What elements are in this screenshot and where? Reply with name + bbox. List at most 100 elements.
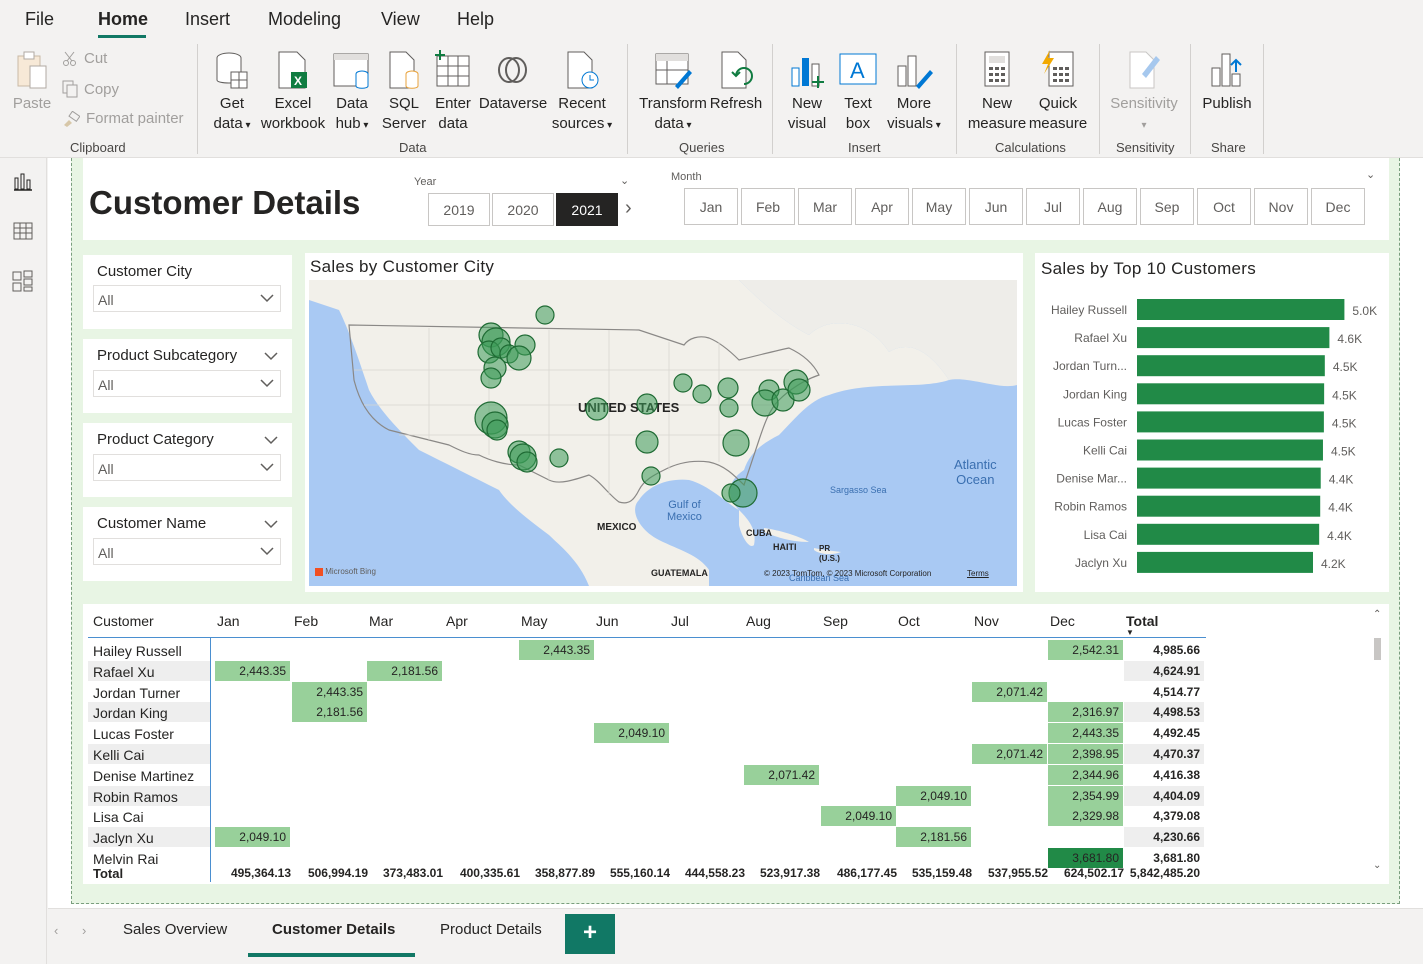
matrix-value-cell[interactable]: 2,049.10 [896,785,971,806]
paste-button[interactable]: Paste [12,50,52,114]
month-chip-oct[interactable]: Oct [1197,188,1251,225]
matrix-value-cell[interactable]: 2,443.35 [215,660,290,681]
column-header[interactable]: Jul [671,613,689,629]
chevron-right-icon[interactable]: › [625,197,632,220]
matrix-scrollbar[interactable]: ⌃ ⌄ [1373,609,1383,874]
matrix-value-cell[interactable]: 2,049.10 [215,827,290,848]
add-page-button[interactable]: + [565,914,615,954]
sensitivity-button[interactable]: Sensitivity ▾ [1110,50,1178,136]
month-chip-mar[interactable]: Mar [798,188,852,225]
matrix-value-cell[interactable]: 2,344.96 [1048,764,1123,785]
month-chip-dec[interactable]: Dec [1311,188,1365,225]
tab-product-details[interactable]: Product Details [440,921,542,938]
matrix-value-cell[interactable]: 2,443.35 [292,681,367,702]
customer-city-dropdown[interactable]: All [93,285,281,312]
column-header[interactable]: Mar [369,613,393,629]
matrix-value-cell[interactable]: 2,181.56 [896,827,971,848]
month-chip-jan[interactable]: Jan [684,188,738,225]
chevron-down-icon[interactable] [264,519,278,529]
row-customer-name[interactable]: Melvin Rai [93,851,158,867]
new-visual-button[interactable]: New visual [784,50,830,134]
copy-button[interactable]: Copy [62,80,119,98]
row-customer-name[interactable]: Lucas Foster [93,726,174,742]
row-customer-name[interactable]: Jordan King [93,705,168,721]
scrollbar-thumb[interactable] [1374,638,1381,660]
month-chip-aug[interactable]: Aug [1083,188,1137,225]
column-header[interactable]: Sep [823,613,848,629]
customer-name-dropdown[interactable]: All [93,538,281,565]
row-customer-name[interactable]: Lisa Cai [93,809,144,825]
menu-modeling[interactable]: Modeling [268,9,341,30]
column-header[interactable]: May [521,613,547,629]
matrix-value-cell[interactable]: 2,071.42 [972,681,1047,702]
text-box-button[interactable]: A Text box [836,50,880,134]
month-chip-jun[interactable]: Jun [969,188,1023,225]
matrix-value-cell[interactable]: 2,329.98 [1048,806,1123,827]
column-header[interactable]: Customer [93,613,154,629]
chevron-down-icon[interactable]: ⌄ [1366,168,1375,181]
matrix-value-cell[interactable]: 2,181.56 [292,702,367,723]
column-header[interactable]: Nov [974,613,999,629]
chevron-down-icon[interactable] [264,351,278,361]
table-view-icon[interactable] [12,220,34,242]
excel-workbook-button[interactable]: X Excel workbook [260,50,326,134]
matrix-value-cell[interactable]: 2,049.10 [594,723,669,744]
matrix-value-cell[interactable]: 2,542.31 [1048,640,1123,660]
new-measure-button[interactable]: New measure [966,50,1028,134]
chevron-down-icon[interactable] [264,435,278,445]
row-customer-name[interactable]: Jaclyn Xu [93,830,154,846]
month-chip-sep[interactable]: Sep [1140,188,1194,225]
matrix-value-cell[interactable]: 2,181.56 [367,660,442,681]
sort-descending-icon[interactable]: ▼ [1126,628,1134,637]
row-customer-name[interactable]: Denise Martinez [93,768,194,784]
row-customer-name[interactable]: Hailey Russell [93,643,182,659]
menu-file[interactable]: File [25,9,54,30]
bar[interactable] [1137,495,1321,517]
chevron-down-icon[interactable]: ⌄ [620,174,629,187]
format-painter-button[interactable]: Format painter [62,110,184,127]
menu-help[interactable]: Help [457,9,494,30]
matrix-value-cell[interactable]: 2,443.35 [1048,723,1123,744]
bar[interactable] [1137,355,1325,377]
bar[interactable] [1137,467,1321,489]
dataverse-button[interactable]: Dataverse [478,50,548,114]
more-visuals-button[interactable]: More visuals ▾ [884,50,944,136]
column-header[interactable]: Jun [596,613,619,629]
matrix-value-cell[interactable]: 3,681.80 [1048,848,1123,868]
map-terms-link[interactable]: Terms [967,569,989,578]
enter-data-button[interactable]: Enter data [432,50,474,134]
matrix-value-cell[interactable]: 2,443.35 [519,640,594,660]
map-canvas[interactable]: UNITED STATES MEXICO Gulf of Mexico Atla… [309,280,1017,586]
matrix-visual[interactable]: Customer Jan Feb Mar Apr May Jun Jul Aug Sep Oct No… [83,604,1389,884]
row-customer-name[interactable]: Kelli Cai [93,747,144,763]
menu-home[interactable]: Home [98,9,148,30]
year-chip-2021[interactable]: 2021 [556,193,618,226]
bar[interactable] [1137,327,1330,349]
year-chip-2019[interactable]: 2019 [428,193,490,226]
refresh-button[interactable]: Refresh [709,50,763,114]
bar[interactable] [1137,439,1323,461]
bar[interactable] [1137,299,1345,320]
sql-server-button[interactable]: SQL Server [381,50,427,134]
month-chip-nov[interactable]: Nov [1254,188,1308,225]
month-chip-apr[interactable]: Apr [855,188,909,225]
matrix-value-cell[interactable]: 2,316.97 [1048,702,1123,723]
row-customer-name[interactable]: Robin Ramos [93,789,178,805]
publish-button[interactable]: Publish [1200,50,1254,114]
quick-measure-button[interactable]: Quick measure [1028,50,1088,134]
matrix-value-cell[interactable]: 2,354.99 [1048,785,1123,806]
product-subcategory-dropdown[interactable]: All [93,370,281,397]
tab-scroll-left-icon[interactable]: ‹ [54,923,58,938]
menu-view[interactable]: View [381,9,420,30]
row-customer-name[interactable]: Rafael Xu [93,664,154,680]
tab-scroll-right-icon[interactable]: › [82,923,86,938]
column-header[interactable]: Total [1126,613,1158,629]
bar[interactable] [1137,411,1324,433]
row-customer-name[interactable]: Jordan Turner [93,685,180,701]
month-chip-feb[interactable]: Feb [741,188,795,225]
column-header[interactable]: Aug [746,613,771,629]
menu-insert[interactable]: Insert [185,9,230,30]
map-visual[interactable]: Sales by Customer City UNITED STATES MEX… [305,253,1023,592]
column-header[interactable]: Oct [898,613,920,629]
year-chip-2020[interactable]: 2020 [492,193,554,226]
